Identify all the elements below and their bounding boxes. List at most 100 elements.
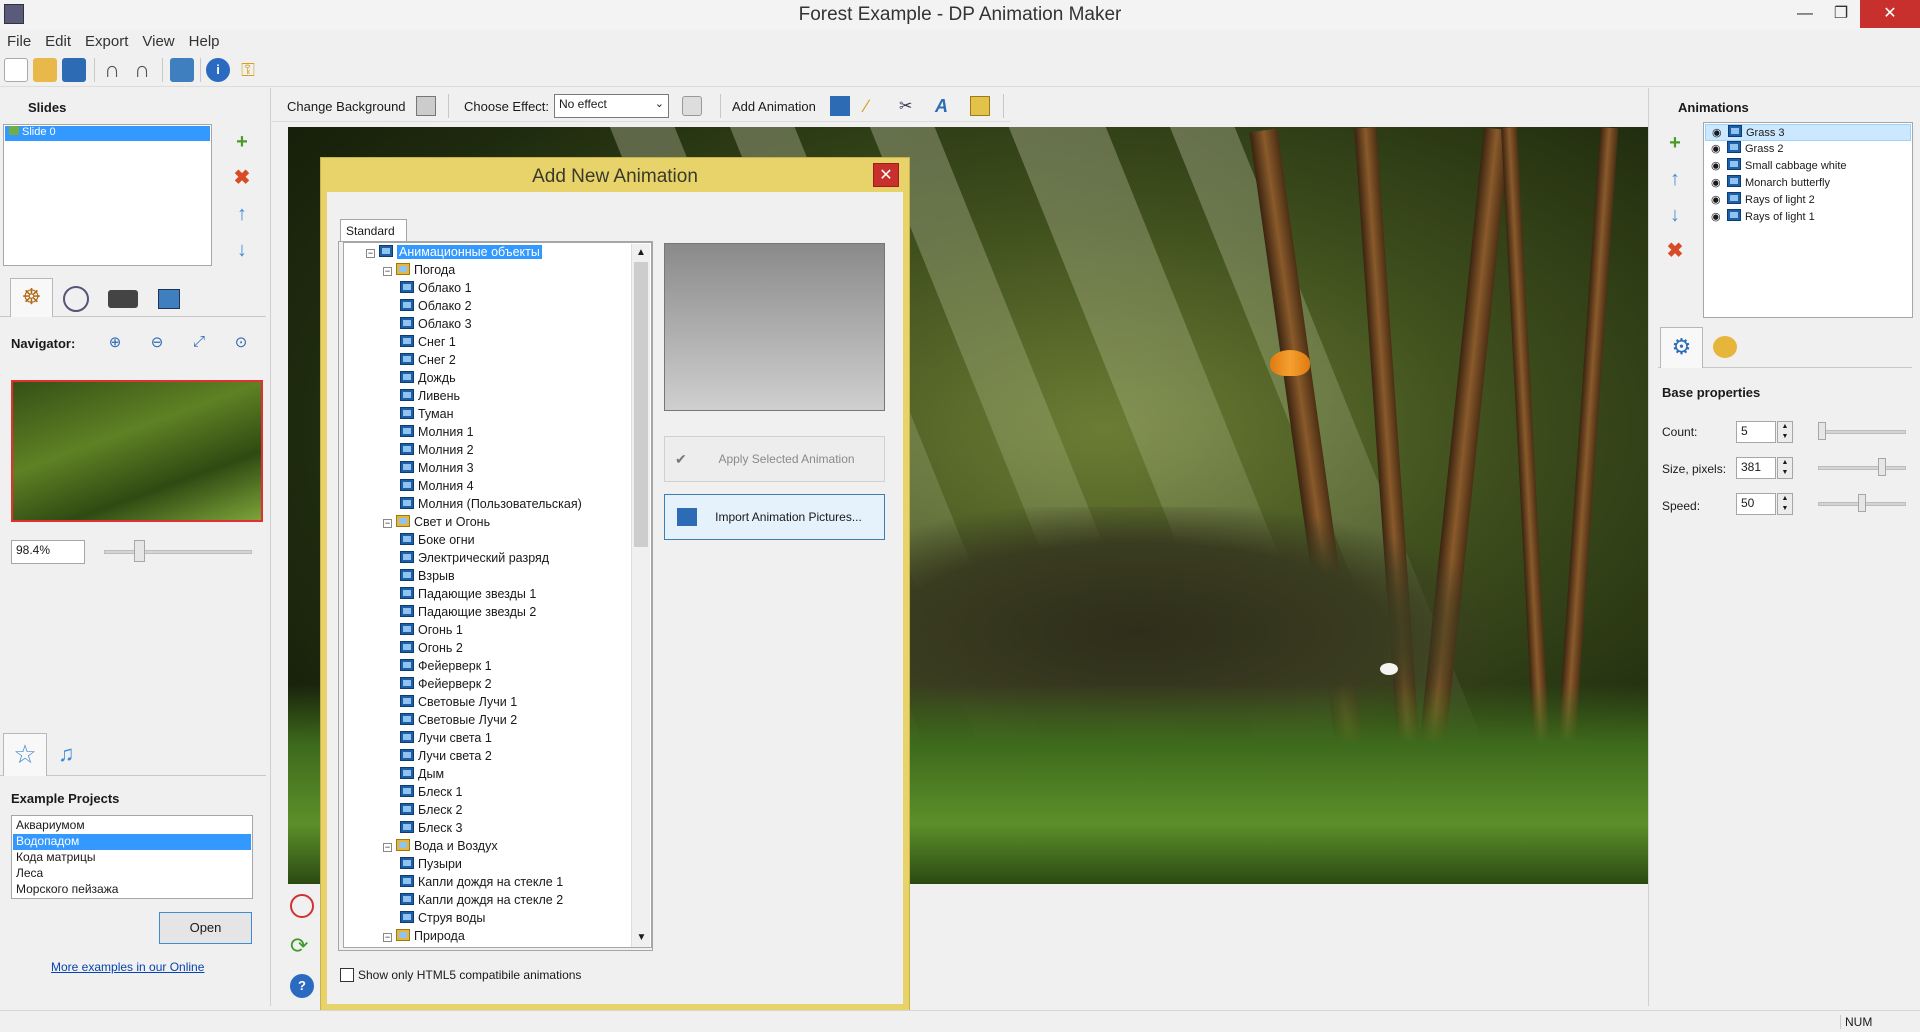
background-icon[interactable] (416, 96, 436, 116)
text-icon[interactable]: A (935, 96, 955, 116)
tree-item[interactable]: Молния 3 (400, 461, 474, 479)
speed-stepper[interactable]: ▲ ▼ (1777, 493, 1793, 515)
visibility-eye-icon[interactable]: ◉ (1711, 159, 1723, 172)
navigator-thumbnail[interactable] (11, 380, 263, 522)
tree-item[interactable]: Облако 2 (400, 299, 472, 317)
tree-item[interactable]: Дождь (400, 371, 456, 389)
clock-icon[interactable] (63, 286, 89, 312)
animation-list-item[interactable]: ◉ Small cabbage white (1705, 158, 1911, 175)
add-animation-icon[interactable]: + (1664, 132, 1686, 154)
move-up-icon[interactable]: ↑ (231, 203, 253, 225)
tree-item[interactable]: Огонь 1 (400, 623, 463, 641)
music-icon[interactable]: ♫ (58, 741, 75, 767)
tree-item[interactable]: Облако 3 (400, 317, 472, 335)
tree-item[interactable]: Молния 2 (400, 443, 474, 461)
scroll-thumb[interactable] (634, 262, 648, 547)
online-examples-link[interactable]: More examples in our Online (51, 960, 204, 974)
tree-root[interactable]: − Анимационные объекты (366, 245, 542, 263)
scissors-icon[interactable]: ✂ (899, 96, 919, 116)
scroll-up-icon[interactable]: ▲ (632, 244, 650, 262)
visibility-eye-icon[interactable]: ◉ (1711, 210, 1723, 223)
zoom-in-icon[interactable]: ⊕ (105, 333, 125, 353)
tree-item[interactable]: Молния (Пользовательская) (400, 497, 582, 515)
add-animation-label[interactable]: Add Animation (732, 99, 816, 114)
tree-item[interactable]: Световые Лучи 2 (400, 713, 517, 731)
white-butterfly-sprite[interactable] (1380, 663, 1398, 675)
dialog-close-button[interactable]: ✕ (873, 163, 899, 187)
speed-slider-thumb[interactable] (1858, 494, 1866, 512)
animations-list[interactable]: ◉ Grass 3 ◉ Grass 2 ◉ Small cabbage white ◉ Mon… (1703, 122, 1913, 318)
import-animation-pictures-button[interactable]: Import Animation Pictures... (664, 494, 885, 540)
menu-file[interactable]: File (0, 30, 38, 50)
count-field[interactable]: 5 (1736, 421, 1776, 443)
example-item[interactable]: Кода матрицы (13, 850, 251, 866)
tree-folder[interactable]: − Вода и Воздух (383, 839, 498, 857)
info-icon[interactable]: i (206, 58, 230, 82)
apply-selected-animation-button[interactable]: ✔ Apply Selected Animation (664, 436, 885, 482)
effect-settings-icon[interactable] (682, 96, 702, 116)
collapse-toggle-icon[interactable]: − (383, 267, 392, 276)
menu-export[interactable]: Export (78, 30, 135, 50)
camera-icon[interactable] (108, 290, 138, 308)
animation-list-item[interactable]: ◉ Rays of light 2 (1705, 192, 1911, 209)
tree-item[interactable]: Снег 1 (400, 335, 456, 353)
tree-item[interactable]: Струя воды (400, 911, 485, 929)
export-icon[interactable] (170, 58, 194, 82)
tree-item[interactable]: Туман (400, 407, 454, 425)
scroll-down-icon[interactable]: ▼ (632, 929, 651, 947)
maximize-button[interactable]: ❐ (1818, 0, 1864, 28)
collapse-toggle-icon[interactable]: − (383, 843, 392, 852)
tab-examples[interactable]: ☆ (3, 733, 47, 776)
tree-scrollbar[interactable]: ▲ ▼ (631, 244, 650, 947)
visibility-eye-icon[interactable]: ◉ (1712, 126, 1724, 139)
animation-tree[interactable]: − Анимационные объекты − Погода Облако 1 Обла… (343, 242, 652, 948)
menu-view[interactable]: View (135, 30, 181, 50)
actual-size-icon[interactable]: ⊙ (231, 333, 251, 353)
tree-item[interactable]: Лучи света 2 (400, 749, 492, 767)
tree-item[interactable]: Молния 4 (400, 479, 474, 497)
count-slider-track[interactable] (1818, 430, 1906, 434)
delete-animation-icon[interactable]: ✖ (1664, 240, 1686, 262)
tree-item[interactable]: Дым (400, 767, 444, 785)
tree-item[interactable]: Падающие звезды 2 (400, 605, 536, 623)
tree-item[interactable]: Фейерверк 2 (400, 677, 492, 695)
open-folder-icon[interactable] (33, 58, 57, 82)
example-item[interactable]: Водопадом (13, 834, 251, 850)
tab-navigator[interactable]: ☸ (10, 278, 53, 317)
delete-slide-icon[interactable]: ✖ (231, 167, 253, 189)
no-animation-icon[interactable] (290, 894, 314, 918)
tree-item[interactable]: Взрыв (400, 569, 455, 587)
tree-item[interactable]: Молния 1 (400, 425, 474, 443)
zoom-slider-track[interactable] (104, 550, 252, 554)
anim-move-down-icon[interactable]: ↓ (1664, 204, 1686, 226)
tab-standard[interactable]: Standard (340, 219, 407, 242)
example-item[interactable]: Леса (13, 866, 251, 882)
count-slider-thumb[interactable] (1818, 422, 1826, 440)
collapse-toggle-icon[interactable]: − (366, 249, 375, 258)
size-slider-thumb[interactable] (1878, 458, 1886, 476)
tree-item[interactable]: Падающие звезды 1 (400, 587, 536, 605)
animation-list-item[interactable]: ◉ Grass 3 (1705, 124, 1911, 141)
new-file-icon[interactable] (4, 58, 28, 82)
butterfly-sprite[interactable] (1270, 350, 1310, 376)
tree-item[interactable]: Фейерверк 1 (400, 659, 492, 677)
tree-item[interactable]: Пузыри (400, 857, 462, 875)
tree-item[interactable]: Огонь 2 (400, 641, 463, 659)
visibility-eye-icon[interactable]: ◉ (1711, 176, 1723, 189)
tree-item[interactable]: Блеск 2 (400, 803, 462, 821)
html5-checkbox[interactable] (340, 968, 354, 982)
tree-item[interactable]: Световые Лучи 1 (400, 695, 517, 713)
add-slide-icon[interactable]: + (231, 131, 253, 153)
collapse-toggle-icon[interactable]: − (383, 519, 392, 528)
tree-item[interactable]: Снег 2 (400, 353, 456, 371)
add-picture-icon[interactable] (830, 96, 850, 116)
save-icon[interactable] (62, 58, 86, 82)
example-item[interactable]: Аквариумом (13, 818, 251, 834)
tab-base-properties[interactable]: ⚙ (1660, 327, 1703, 368)
tree-item[interactable]: Облако 1 (400, 281, 472, 299)
change-background-label[interactable]: Change Background (287, 99, 406, 114)
palette-icon[interactable] (1713, 336, 1737, 358)
speed-field[interactable]: 50 (1736, 493, 1776, 515)
anim-move-up-icon[interactable]: ↑ (1664, 168, 1686, 190)
size-field[interactable]: 381 (1736, 457, 1776, 479)
